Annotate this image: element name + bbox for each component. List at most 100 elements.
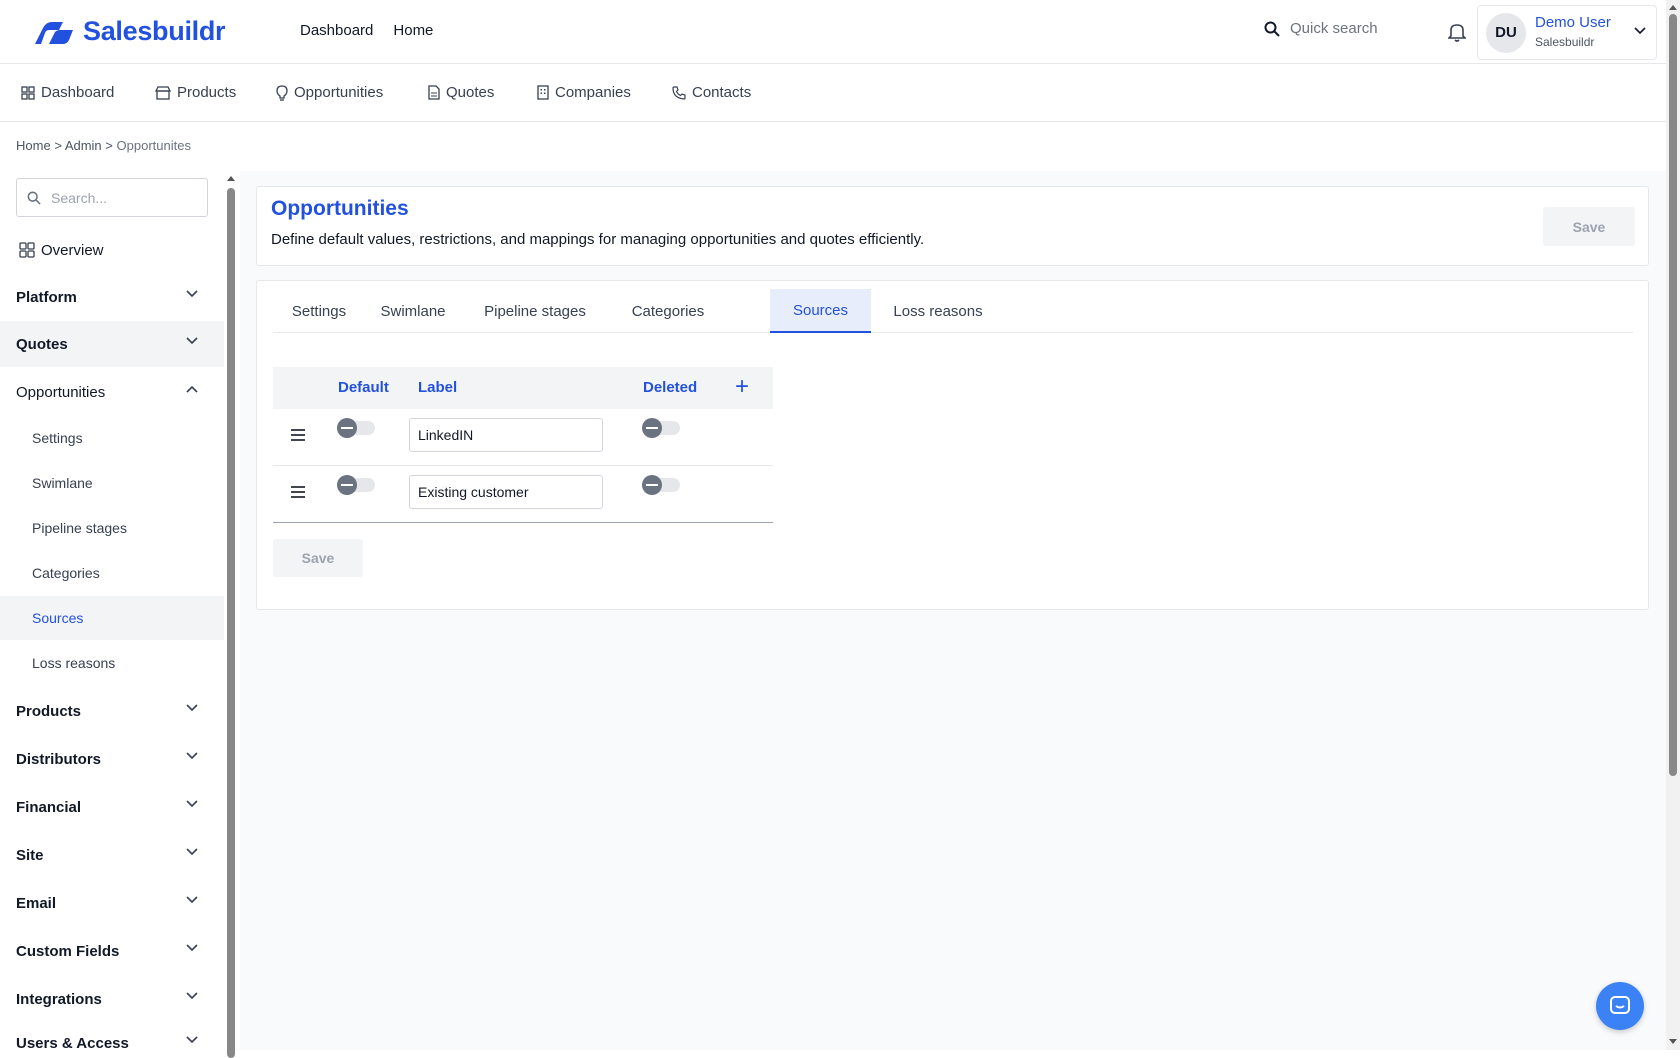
- nav-contacts[interactable]: Contacts: [672, 84, 751, 101]
- bell-icon[interactable]: [1448, 22, 1466, 42]
- chevron-down-icon: [186, 944, 198, 952]
- chevron-down-icon: [186, 290, 198, 298]
- nav-label: Dashboard: [41, 84, 115, 101]
- sidebar-item-categories[interactable]: Categories: [0, 551, 224, 595]
- quick-search[interactable]: Quick search: [1264, 20, 1378, 37]
- tab-pipeline-stages[interactable]: Pipeline stages: [461, 289, 609, 333]
- sidebar-section-opportunities[interactable]: Opportunities: [0, 369, 224, 415]
- column-label: Label: [418, 379, 458, 396]
- building-icon: [537, 85, 549, 100]
- tab-settings[interactable]: Settings: [273, 289, 365, 333]
- sidebar-item-loss-reasons[interactable]: Loss reasons: [0, 641, 224, 685]
- sidebar-item-label: Email: [16, 894, 57, 912]
- chevron-down-icon: [186, 848, 198, 856]
- drag-handle-icon[interactable]: [291, 486, 305, 498]
- sidebar-item-label: Opportunities: [16, 383, 106, 401]
- sidebar-item-label: Pipeline stages: [32, 520, 127, 536]
- default-toggle[interactable]: [337, 418, 375, 438]
- sidebar-section-email[interactable]: Email: [0, 880, 224, 926]
- tab-swimlane[interactable]: Swimlane: [365, 289, 461, 333]
- chat-icon: [1610, 996, 1630, 1014]
- chevron-down-icon: [186, 1036, 198, 1044]
- sidebar-search-input[interactable]: Search...: [16, 178, 208, 217]
- nav-dashboard[interactable]: Dashboard: [21, 84, 114, 101]
- sidebar-item-label: Loss reasons: [32, 655, 116, 671]
- source-label-input[interactable]: [409, 418, 603, 452]
- default-toggle[interactable]: [337, 475, 375, 495]
- sidebar-item-pipeline-stages[interactable]: Pipeline stages: [0, 506, 224, 550]
- sidebar-section-products[interactable]: Products: [0, 688, 224, 734]
- sidebar-item-swimlane[interactable]: Swimlane: [0, 461, 224, 505]
- phone-icon: [672, 85, 686, 100]
- breadcrumb-current: Opportunites: [116, 138, 191, 153]
- column-deleted: Deleted: [643, 379, 698, 396]
- sidebar-item-label: Swimlane: [32, 475, 93, 491]
- page-scroll-thumb[interactable]: [1669, 14, 1677, 776]
- sidebar-item-label: Site: [16, 846, 44, 864]
- sidebar-section-users-access[interactable]: Users & Access: [0, 1020, 224, 1050]
- sidebar-item-settings[interactable]: Settings: [0, 416, 224, 460]
- user-name: Demo User: [1535, 14, 1611, 31]
- tab-loss-reasons[interactable]: Loss reasons: [871, 289, 1005, 333]
- sidebar-item-label: Custom Fields: [16, 942, 120, 960]
- chevron-down-icon: [186, 800, 198, 808]
- topnav-dashboard-link[interactable]: Dashboard: [300, 22, 373, 39]
- sidebar-section-platform[interactable]: Platform: [0, 274, 224, 320]
- nav-label: Products: [177, 84, 237, 101]
- scroll-down-arrow-icon: [1669, 1039, 1677, 1044]
- sidebar-item-label: Products: [16, 702, 82, 720]
- table-header: Default Label Deleted +: [273, 367, 773, 409]
- table-row: [273, 409, 773, 466]
- page-title: Opportunities: [271, 197, 409, 220]
- toggle-knob-icon: [337, 475, 357, 495]
- chat-launcher-button[interactable]: [1596, 982, 1644, 1030]
- sidebar-section-integrations[interactable]: Integrations: [0, 976, 224, 1022]
- tab-sources[interactable]: Sources: [770, 289, 871, 333]
- sidebar-item-sources[interactable]: Sources: [0, 596, 224, 640]
- sidebar-item-label: Platform: [16, 288, 77, 306]
- breadcrumb-home[interactable]: Home: [16, 138, 51, 153]
- page-header-card: Opportunities Define default values, res…: [256, 186, 1649, 266]
- deleted-toggle[interactable]: [642, 475, 680, 495]
- tab-categories[interactable]: Categories: [609, 289, 727, 333]
- search-icon: [1264, 21, 1280, 37]
- header-save-button[interactable]: Save: [1543, 207, 1635, 246]
- tab-bar: Settings Swimlane Pipeline stages Catego…: [273, 289, 1633, 333]
- nav-label: Quotes: [446, 84, 495, 101]
- chevron-down-icon: [186, 992, 198, 1000]
- nav-label: Contacts: [692, 84, 752, 101]
- chevron-down-icon: [186, 896, 198, 904]
- nav-products[interactable]: Products: [155, 84, 236, 101]
- sidebar-section-custom-fields[interactable]: Custom Fields: [0, 928, 224, 974]
- sidebar-scrollbar[interactable]: [226, 172, 236, 1058]
- sidebar-section-financial[interactable]: Financial: [0, 784, 224, 830]
- brand-logo[interactable]: Salesbuildr: [33, 16, 226, 47]
- sidebar-item-label: Users & Access: [16, 1034, 129, 1051]
- page-description: Define default values, restrictions, and…: [271, 231, 925, 248]
- column-default: Default: [338, 379, 389, 396]
- sidebar-search-placeholder: Search...: [51, 189, 108, 206]
- table-save-button[interactable]: Save: [273, 539, 363, 577]
- drag-handle-icon[interactable]: [291, 429, 305, 441]
- sidebar-item-label: Categories: [32, 565, 100, 581]
- deleted-toggle[interactable]: [642, 418, 680, 438]
- source-label-input[interactable]: [409, 475, 603, 509]
- sidebar-scroll-thumb[interactable]: [227, 188, 235, 1058]
- nav-companies[interactable]: Companies: [537, 84, 631, 101]
- sidebar-item-overview[interactable]: Overview: [0, 228, 224, 272]
- nav-quotes[interactable]: Quotes: [428, 84, 494, 101]
- sidebar-section-site[interactable]: Site: [0, 832, 224, 878]
- nav-opportunities[interactable]: Opportunities: [276, 84, 383, 101]
- nav-label: Opportunities: [294, 84, 384, 101]
- sidebar-item-label: Financial: [16, 798, 82, 816]
- chevron-down-icon: [1634, 27, 1646, 35]
- page-scrollbar[interactable]: [1666, 0, 1680, 1050]
- toggle-knob-icon: [642, 418, 662, 438]
- sidebar-section-quotes[interactable]: Quotes: [0, 321, 224, 367]
- sidebar-section-distributors[interactable]: Distributors: [0, 736, 224, 782]
- chevron-down-icon: [186, 704, 198, 712]
- add-source-button[interactable]: +: [735, 373, 749, 401]
- user-menu[interactable]: DU Demo User Salesbuildr: [1477, 5, 1657, 60]
- topnav-home-link[interactable]: Home: [393, 22, 433, 39]
- breadcrumb-admin[interactable]: Admin: [65, 138, 102, 153]
